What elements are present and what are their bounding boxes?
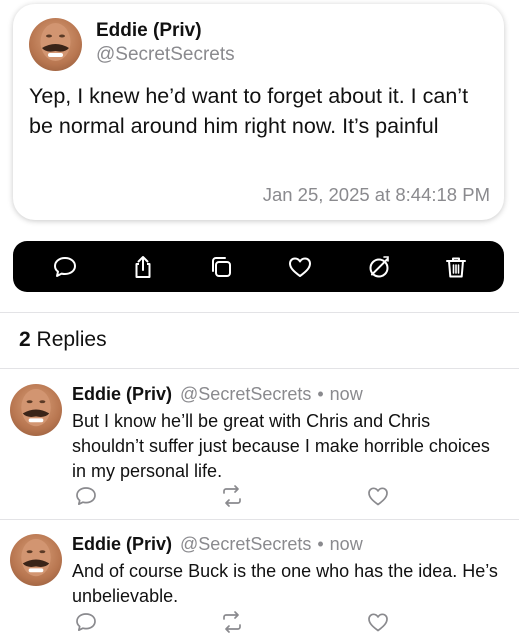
reply-meta: Eddie (Priv) @SecretSecrets • now [72,534,363,555]
repost-button[interactable] [220,610,244,634]
like-icon [368,613,388,632]
avatar-face-icon [40,23,71,61]
divider [0,368,519,369]
reply-author-handle: @SecretSecrets [180,384,312,404]
reply-time: now [329,534,363,554]
post-card: Eddie (Priv) @SecretSecrets Yep, I knew … [13,4,504,220]
reply-text: And of course Buck is the one who has th… [72,561,498,606]
action-toolbar [13,241,504,292]
avatar[interactable] [10,534,62,586]
meta-separator: • [317,534,324,554]
copy-icon [212,257,231,277]
repost-icon [223,485,241,507]
reply-author-name: Eddie (Priv) [72,384,173,404]
divider [0,519,519,520]
reply-meta: Eddie (Priv) @SecretSecrets • now [72,384,363,405]
avatar-face-icon [21,388,51,427]
reply-text: But I know he’ll be great with Chris and… [72,411,490,481]
share-button[interactable] [129,253,157,281]
avatar[interactable] [10,384,62,436]
meta-separator: • [317,384,324,404]
post-text: Yep, I knew he’d want to forget about it… [29,84,469,138]
reply-author-name: Eddie (Priv) [72,534,173,554]
reply-icon [76,487,96,506]
like-icon [289,257,311,277]
avatar-face-icon [21,538,51,577]
share-icon [135,256,151,278]
replies-count: 2 [19,328,31,351]
copy-button[interactable] [207,253,235,281]
avatar[interactable] [29,18,82,71]
reply-time: now [329,384,363,404]
like-button[interactable] [366,484,390,508]
author-handle: @SecretSecrets [96,44,235,65]
reply-author-handle: @SecretSecrets [180,534,312,554]
reply-icon [54,257,76,277]
delete-icon [446,257,466,278]
like-icon [368,487,388,506]
reply-button[interactable] [51,253,79,281]
hide-button[interactable] [365,253,393,281]
reply-icon [76,613,96,632]
divider [0,312,519,313]
reply-button[interactable] [74,484,98,508]
repost-button[interactable] [220,484,244,508]
replies-label: Replies [36,328,107,351]
like-button[interactable] [366,610,390,634]
repost-icon [223,611,241,633]
delete-button[interactable] [442,253,470,281]
like-button[interactable] [286,253,314,281]
author-name: Eddie (Priv) [96,20,202,41]
replies-header: 2 Replies [19,328,107,352]
post-timestamp: Jan 25, 2025 at 8:44:18 PM [262,184,490,205]
hide-icon [369,256,389,278]
reply-button[interactable] [74,610,98,634]
